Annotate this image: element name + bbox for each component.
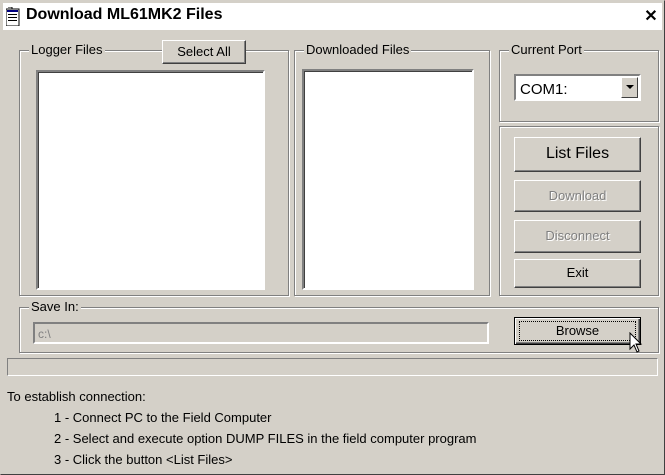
download-dialog: Download ML61MK2 Files ✕ Logger Files Se… [0, 0, 665, 475]
exit-label: Exit [566, 265, 589, 280]
close-button[interactable]: ✕ [642, 8, 660, 26]
title-bar[interactable]: Download ML61MK2 Files ✕ [3, 3, 662, 30]
port-dropdown-button[interactable] [621, 77, 638, 98]
save-path-field[interactable]: c:\ [33, 322, 489, 344]
port-selected-value: COM1: [520, 81, 568, 98]
disconnect-label: Disconnect [545, 228, 610, 243]
save-in-label: Save In: [29, 299, 81, 314]
chevron-down-icon [626, 85, 634, 89]
downloaded-files-list[interactable] [302, 69, 474, 290]
instruction-step: 2 - Select and execute option DUMP FILES… [54, 431, 477, 446]
download-label: Download [548, 188, 607, 203]
window-title: Download ML61MK2 Files [26, 6, 223, 23]
mouse-pointer-icon [629, 332, 643, 353]
list-files-label: List Files [545, 145, 610, 162]
logger-files-list[interactable] [36, 70, 265, 290]
select-all-label: Select All [177, 44, 231, 59]
logger-files-label: Logger Files [29, 42, 105, 57]
close-icon: ✕ [644, 8, 658, 25]
progress-bar [7, 358, 658, 376]
select-all-button[interactable]: Select All [162, 40, 246, 64]
current-port-label: Current Port [509, 42, 584, 57]
browse-button[interactable]: Browse [514, 317, 641, 345]
instruction-step: 1 - Connect PC to the Field Computer [54, 410, 272, 425]
exit-button[interactable]: Exit [514, 259, 641, 288]
app-window-icon [6, 7, 20, 26]
download-button[interactable]: Download [514, 180, 641, 212]
instructions-heading: To establish connection: [7, 389, 146, 404]
list-files-button[interactable]: List Files [514, 137, 641, 172]
port-select[interactable]: COM1: [514, 74, 641, 101]
instruction-step: 3 - Click the button <List Files> [54, 452, 233, 467]
save-path-value: c:\ [38, 327, 51, 341]
disconnect-button[interactable]: Disconnect [514, 220, 641, 253]
focus-indicator [519, 321, 636, 341]
downloaded-files-label: Downloaded Files [304, 42, 412, 57]
